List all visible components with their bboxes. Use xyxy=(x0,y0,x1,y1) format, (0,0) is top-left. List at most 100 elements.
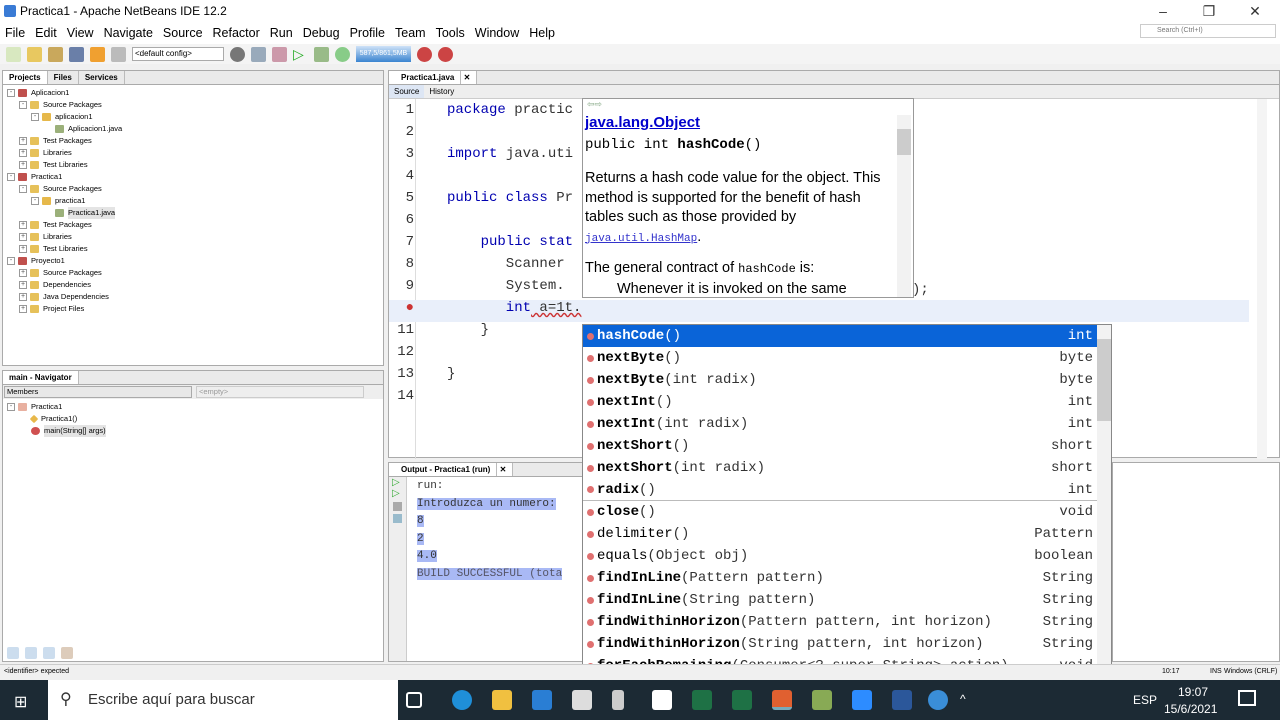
completion-item[interactable]: nextShort() short xyxy=(583,435,1111,457)
undo-icon[interactable] xyxy=(90,46,105,62)
debug-icon[interactable] xyxy=(314,46,329,62)
app-icon[interactable] xyxy=(612,690,624,710)
collapse-icon[interactable]: - xyxy=(31,197,39,205)
tree-item[interactable]: + Project Files xyxy=(7,303,379,315)
expand-icon[interactable]: + xyxy=(19,281,27,289)
tree-item[interactable]: Aplicacion1.java xyxy=(7,123,379,135)
restore-button[interactable]: ❐ xyxy=(1186,0,1232,22)
tree-item[interactable]: - Aplicacion1 xyxy=(7,87,379,99)
file-explorer-icon[interactable] xyxy=(492,690,512,710)
code-line[interactable]: int a=1t. xyxy=(447,300,582,316)
clock-time[interactable]: 19:07 xyxy=(1178,685,1208,699)
tree-item[interactable]: - aplicacion1 xyxy=(7,111,379,123)
menu-profile[interactable]: Profile xyxy=(345,26,390,40)
hashmap-link[interactable]: java.util.HashMap xyxy=(585,233,697,245)
editor-scrollbar[interactable] xyxy=(1257,99,1267,459)
new-file-icon[interactable] xyxy=(6,46,21,62)
close-button[interactable]: ✕ xyxy=(1232,0,1278,22)
tray-chevron-icon[interactable]: ^ xyxy=(960,692,966,706)
tab-files[interactable]: Files xyxy=(48,71,79,84)
menu-window[interactable]: Window xyxy=(470,26,524,40)
rerun-with-args-icon[interactable]: ▷ xyxy=(389,488,406,499)
filter-icon[interactable] xyxy=(61,647,73,659)
search-input[interactable]: Search (Ctrl+I) xyxy=(1140,24,1276,38)
filter-icon[interactable] xyxy=(25,647,37,659)
clean-build-icon[interactable] xyxy=(272,46,287,62)
menu-source[interactable]: Source xyxy=(158,26,208,40)
history-tab[interactable]: History xyxy=(424,85,459,98)
menu-run[interactable]: Run xyxy=(265,26,298,40)
excel-icon[interactable] xyxy=(732,690,752,710)
excel-icon[interactable] xyxy=(692,690,712,710)
code-line[interactable]: Scanner xyxy=(447,256,565,272)
completion-item[interactable]: nextInt (int radix) int xyxy=(583,413,1111,435)
windows-start-icon[interactable]: ⊞ xyxy=(14,692,27,712)
netbeans-taskbar-icon[interactable] xyxy=(772,690,792,710)
menu-debug[interactable]: Debug xyxy=(298,26,345,40)
nav-main-method-item[interactable]: main(String[] args) xyxy=(7,425,379,437)
tree-item[interactable]: + Test Packages xyxy=(7,219,379,231)
javadoc-scrollbar[interactable] xyxy=(897,115,911,297)
redo-icon[interactable] xyxy=(111,46,126,62)
expand-icon[interactable]: + xyxy=(19,149,27,157)
javadoc-nav-icons[interactable]: ⇦⇨ xyxy=(583,99,913,111)
tree-item[interactable]: + Libraries xyxy=(7,231,379,243)
code-line[interactable]: import java.uti xyxy=(447,146,573,162)
mail-icon[interactable] xyxy=(532,690,552,710)
config-select[interactable]: <default config> xyxy=(132,47,224,61)
completion-item[interactable]: delimiter() Pattern xyxy=(583,523,1111,545)
code-line[interactable]: System. xyxy=(447,278,565,294)
menu-refactor[interactable]: Refactor xyxy=(208,26,265,40)
code-line[interactable]: } xyxy=(447,322,489,338)
tab-services[interactable]: Services xyxy=(79,71,125,84)
zoom-icon[interactable] xyxy=(852,690,872,710)
memory-indicator[interactable]: 587,5/861,5MB xyxy=(356,46,411,62)
expand-icon[interactable]: + xyxy=(19,245,27,253)
completion-item[interactable]: findInLine (String pattern) String xyxy=(583,589,1111,611)
completion-item[interactable]: hashCode() int xyxy=(583,325,1111,347)
members-filter-select[interactable]: Members xyxy=(4,386,192,398)
collapse-icon[interactable]: - xyxy=(7,173,15,181)
completion-item[interactable]: nextInt() int xyxy=(583,391,1111,413)
code-line[interactable]: public stat xyxy=(447,234,573,250)
menu-team[interactable]: Team xyxy=(390,26,431,40)
error-hint-icon[interactable]: ● xyxy=(406,300,414,316)
new-project-icon[interactable] xyxy=(27,46,42,62)
expand-icon[interactable]: + xyxy=(19,293,27,301)
completion-item[interactable]: close() void xyxy=(583,501,1111,523)
tree-item[interactable]: + Test Libraries xyxy=(7,159,379,171)
notifications-icon[interactable] xyxy=(1238,690,1256,706)
menu-tools[interactable]: Tools xyxy=(431,26,470,40)
completion-item[interactable]: nextByte (int radix) byte xyxy=(583,369,1111,391)
menu-view[interactable]: View xyxy=(62,26,99,40)
run-icon[interactable]: ▷ xyxy=(293,46,308,62)
completion-item[interactable]: radix() int xyxy=(583,479,1111,501)
collapse-icon[interactable]: - xyxy=(7,89,15,97)
clock-date[interactable]: 15/6/2021 xyxy=(1164,702,1217,716)
save-all-icon[interactable] xyxy=(69,46,84,62)
completion-item[interactable]: findWithinHorizon (String pattern, int ho… xyxy=(583,633,1111,655)
tree-item[interactable]: - Practica1 xyxy=(7,171,379,183)
tree-item[interactable]: + Java Dependencies xyxy=(7,291,379,303)
word-icon[interactable] xyxy=(892,690,912,710)
collapse-icon[interactable]: - xyxy=(19,101,27,109)
edge-icon[interactable] xyxy=(452,690,472,710)
filter-icon[interactable] xyxy=(43,647,55,659)
collapse-icon[interactable]: - xyxy=(31,113,39,121)
expand-icon[interactable]: + xyxy=(19,305,27,313)
expand-icon[interactable]: + xyxy=(19,233,27,241)
taskbar-search-input[interactable]: ⚲ Escribe aquí para buscar xyxy=(48,680,398,720)
navigator-tab[interactable]: main - Navigator xyxy=(3,371,79,384)
expand-icon[interactable]: + xyxy=(19,269,27,277)
tree-item[interactable]: + Test Libraries xyxy=(7,243,379,255)
open-project-icon[interactable] xyxy=(48,46,63,62)
tree-item[interactable]: - Source Packages xyxy=(7,183,379,195)
settings-icon[interactable] xyxy=(393,514,402,523)
dropbox-icon[interactable] xyxy=(652,690,672,710)
app-icon[interactable] xyxy=(812,690,832,710)
tree-item[interactable]: + Libraries xyxy=(7,147,379,159)
menu-navigate[interactable]: Navigate xyxy=(99,26,158,40)
expand-icon[interactable]: + xyxy=(19,221,27,229)
menu-help[interactable]: Help xyxy=(524,26,560,40)
help-icon[interactable] xyxy=(928,690,948,710)
